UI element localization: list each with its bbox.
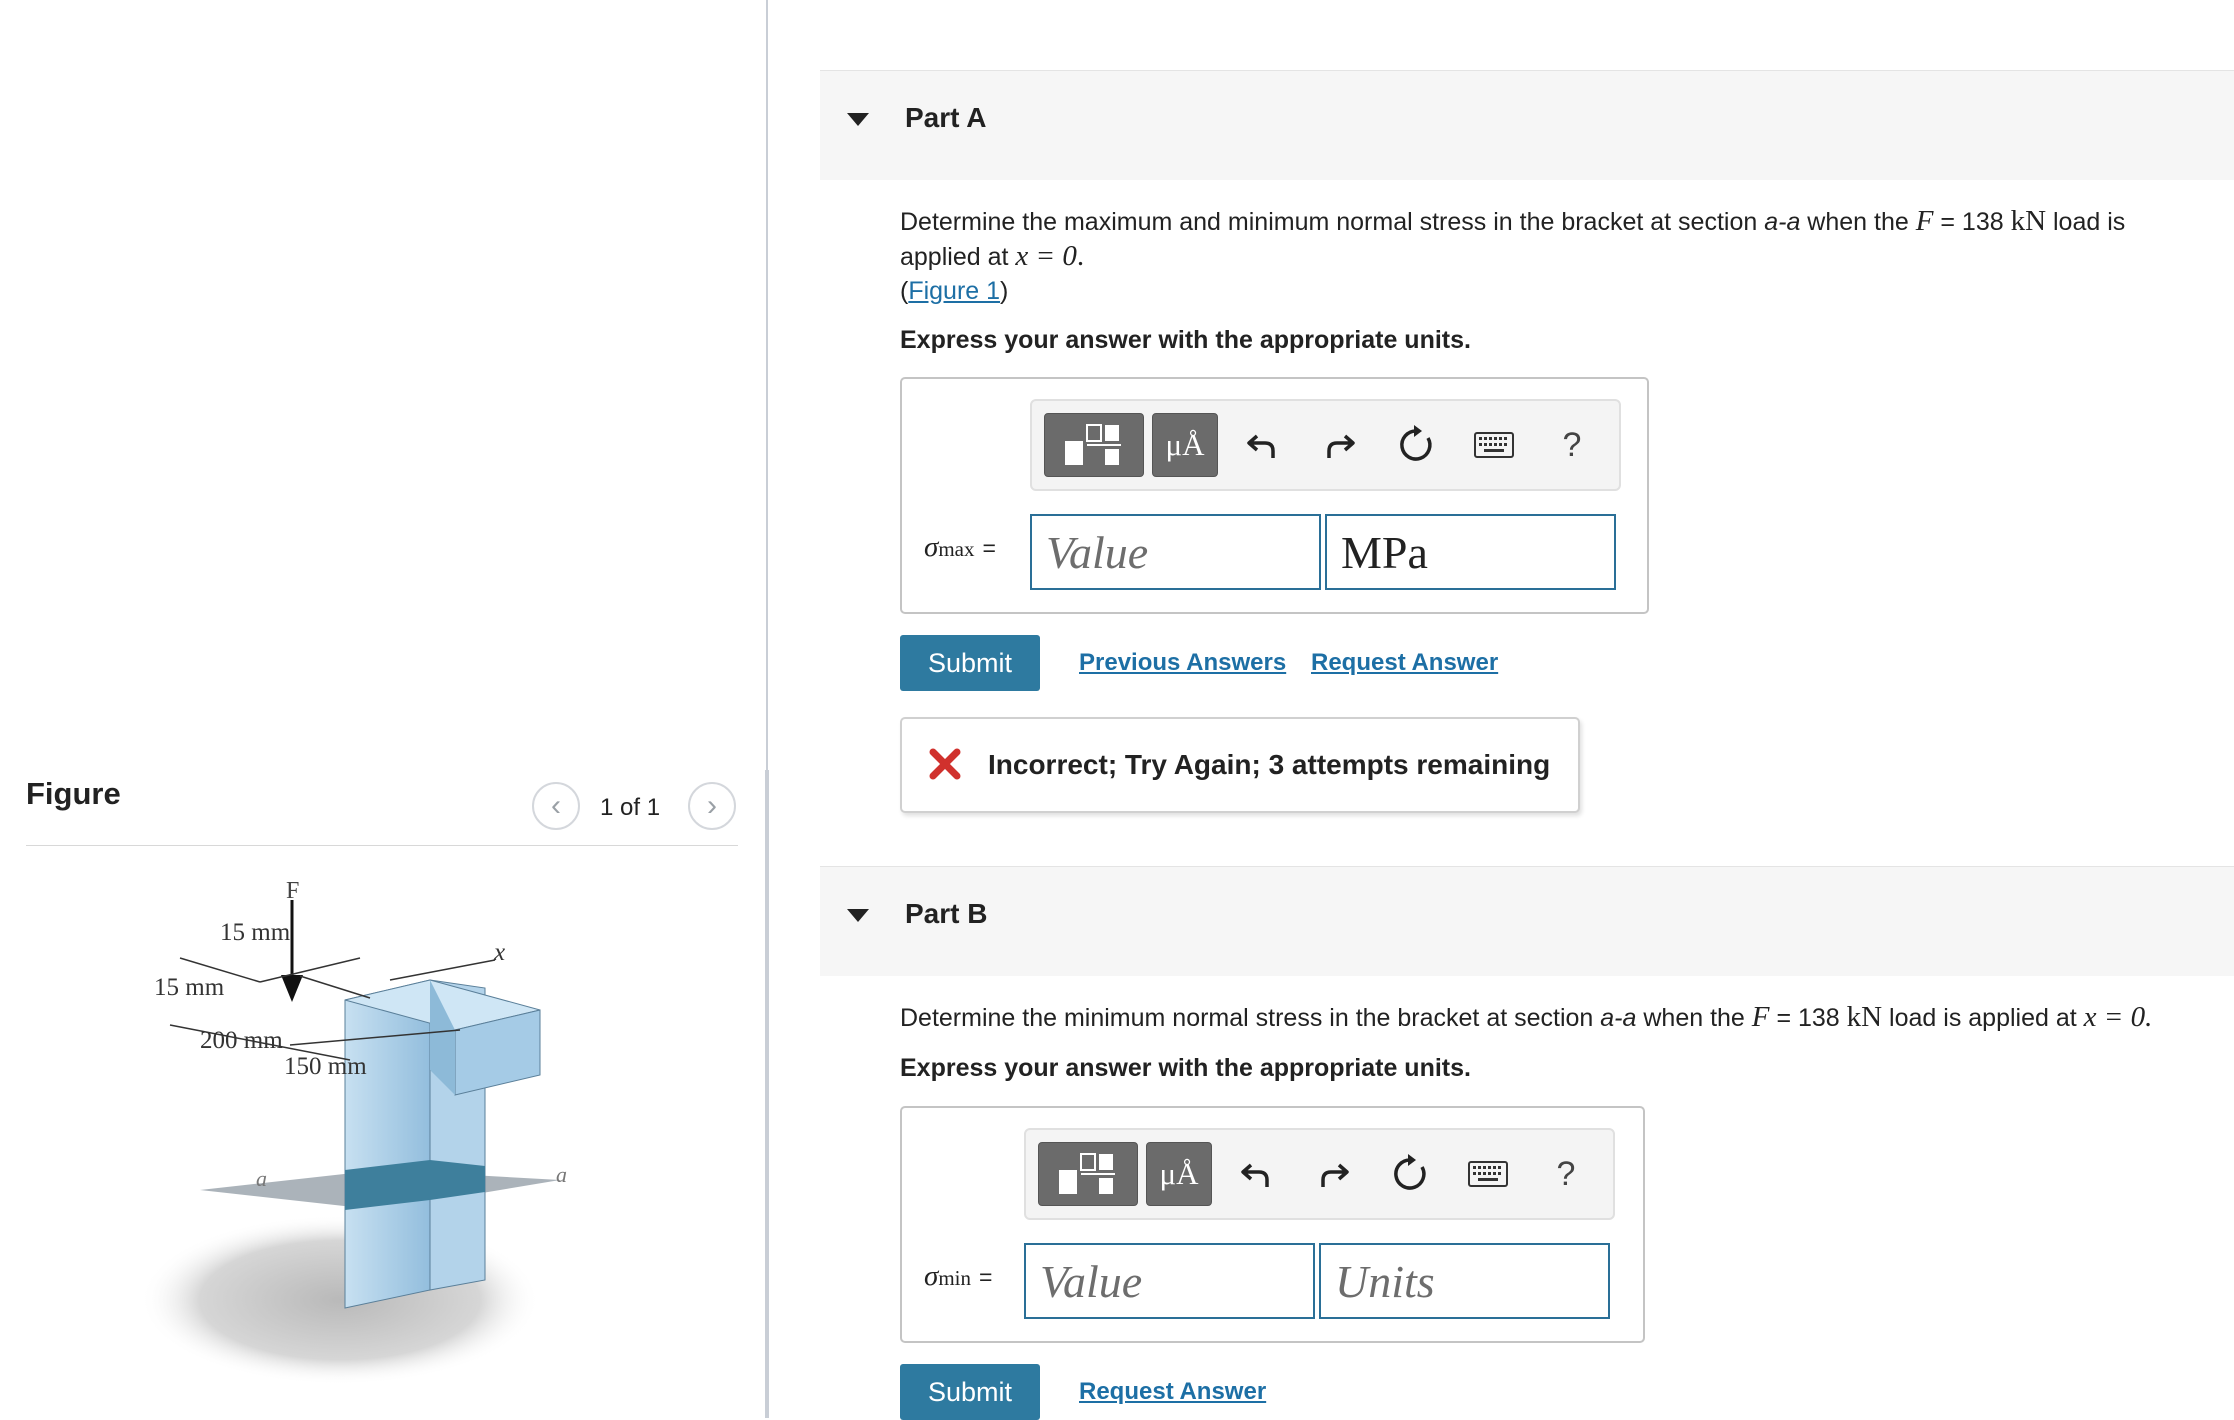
value-input[interactable]: Value [1030, 514, 1321, 590]
previous-answers-link[interactable]: Previous Answers [1079, 649, 1286, 677]
force-unit: kN [2010, 205, 2047, 237]
figure-panel: Figure ‹ 1 of 1 › F 15 mm 15 mm 200 mm 1… [0, 0, 766, 1418]
part-a-instruction: Express your answer with the appropriate… [900, 326, 1471, 354]
part-b-instruction: Express your answer with the appropriate… [900, 1054, 1471, 1082]
section-ref: a-a [1764, 208, 1801, 236]
question-text: load is [2046, 208, 2126, 236]
units-button[interactable]: μÅ [1152, 413, 1218, 477]
figure-heading: Figure [26, 776, 121, 811]
question-text: when the [1800, 208, 1916, 236]
part-b-header[interactable]: Part B [820, 866, 2234, 976]
sigma-min-label: σmin = [924, 1260, 992, 1293]
feedback-box: Incorrect; Try Again; 3 attempts remaini… [900, 717, 1580, 813]
units-input[interactable]: Units [1319, 1243, 1610, 1319]
units-button[interactable]: μÅ [1146, 1142, 1212, 1206]
part-a-question: Determine the maximum and minimum normal… [900, 204, 2125, 308]
reset-icon[interactable] [1394, 423, 1438, 467]
templates-icon [1059, 1153, 1115, 1194]
question-text: Determine the maximum and minimum normal… [900, 208, 1765, 236]
help-button[interactable]: ? [1544, 1152, 1588, 1196]
help-button[interactable]: ? [1550, 423, 1594, 467]
force-value: = 138 [1933, 208, 2011, 236]
section-label-left: a [256, 1166, 267, 1191]
reset-icon[interactable] [1388, 1152, 1432, 1196]
paren: ) [1000, 277, 1009, 305]
math-toolbar: μÅ ? [1024, 1128, 1615, 1220]
chevron-right-icon: › [707, 789, 717, 822]
dimension-label: 15 mm [220, 919, 291, 946]
bracket-diagram: F 15 mm 15 mm 200 mm 150 mm x a a [140, 878, 567, 1385]
figure-1-link[interactable]: Figure 1 [908, 277, 1000, 305]
x-condition: x = 0. [2083, 1001, 2153, 1033]
templates-icon [1065, 424, 1121, 465]
error-x-icon [929, 748, 961, 780]
sigma-symbol: σ [924, 531, 939, 563]
figure-pager-count: 1 of 1 [600, 794, 661, 821]
column-front [344, 979, 431, 1309]
force-unit: kN [1846, 1001, 1883, 1033]
next-figure-button[interactable]: › [688, 782, 736, 830]
equals-sign: = [982, 535, 996, 561]
force-value: = 138 [1769, 1004, 1847, 1032]
submit-button[interactable]: Submit [900, 635, 1040, 691]
previous-figure-button[interactable]: ‹ [532, 782, 580, 830]
submit-button[interactable]: Submit [900, 1364, 1040, 1420]
x-axis-line [389, 959, 496, 981]
force-symbol: F [1751, 1001, 1770, 1033]
request-answer-link[interactable]: Request Answer [1079, 1378, 1266, 1406]
pane-scrollbar[interactable] [765, 770, 769, 1418]
equals-sign: = [978, 1264, 993, 1290]
redo-icon[interactable] [1318, 423, 1362, 467]
keyboard-icon[interactable] [1472, 423, 1516, 467]
subscript: min [938, 1266, 971, 1290]
x-axis-label: x [493, 939, 505, 966]
keyboard-icon[interactable] [1466, 1152, 1510, 1196]
question-text: Determine the minimum normal stress in t… [900, 1004, 1601, 1032]
x-condition: x = 0 [1015, 240, 1077, 272]
part-a-title: Part A [905, 102, 987, 133]
collapse-caret-icon[interactable] [847, 909, 869, 922]
value-input[interactable]: Value [1024, 1243, 1315, 1319]
section-label-right: a [556, 1162, 567, 1187]
question-text: load is applied at [1882, 1004, 2084, 1032]
subscript: max [938, 537, 975, 561]
section-ref: a-a [1600, 1004, 1637, 1032]
templates-button[interactable] [1038, 1142, 1138, 1206]
request-answer-link[interactable]: Request Answer [1311, 649, 1498, 677]
question-text: . [1076, 240, 1085, 272]
chevron-left-icon: ‹ [551, 789, 561, 822]
part-b-answer-box: μÅ ? σmin = Value Units [900, 1106, 1645, 1343]
force-symbol: F [1915, 205, 1934, 237]
dimension-label: 15 mm [154, 974, 225, 1001]
feedback-message: Incorrect; Try Again; 3 attempts remaini… [988, 749, 1551, 780]
dimension-label: 200 mm [200, 1027, 283, 1054]
force-label: F [286, 878, 299, 904]
figure-divider [26, 845, 738, 846]
undo-icon[interactable] [1240, 423, 1284, 467]
redo-icon[interactable] [1312, 1152, 1356, 1196]
question-text: when the [1636, 1004, 1752, 1032]
sigma-symbol: σ [924, 1260, 939, 1292]
dimension-line [299, 975, 371, 999]
part-a-answer-box: μÅ ? σmax = Value MPa [900, 377, 1649, 614]
force-arrowhead [281, 975, 303, 1002]
undo-icon[interactable] [1234, 1152, 1278, 1196]
templates-button[interactable] [1044, 413, 1144, 477]
part-b-question: Determine the minimum normal stress in t… [900, 1000, 2152, 1035]
math-toolbar: μÅ ? [1030, 399, 1621, 491]
units-input[interactable]: MPa [1325, 514, 1616, 590]
question-text: applied at [900, 243, 1016, 271]
part-b-title: Part B [905, 898, 988, 929]
part-a-header[interactable]: Part A [820, 70, 2234, 180]
dimension-label: 150 mm [284, 1053, 367, 1080]
collapse-caret-icon[interactable] [847, 113, 869, 126]
sigma-max-label: σmax = [924, 531, 996, 564]
